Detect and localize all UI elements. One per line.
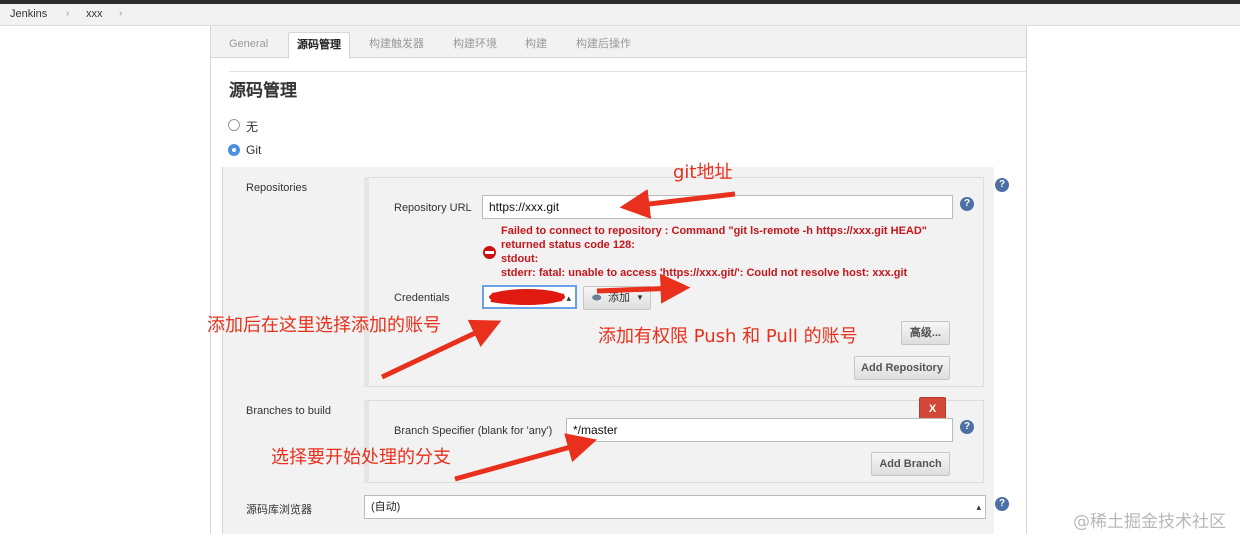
annotation-git-address: git地址 <box>673 162 733 183</box>
watermark: @稀土掘金技术社区 <box>1073 512 1226 532</box>
annotation-select-branch: 选择要开始处理的分支 <box>271 447 451 468</box>
annotation-add-account: 添加有权限 Push 和 Pull 的账号 <box>598 326 858 347</box>
arrow-to-repo-url <box>619 189 736 219</box>
arrow-to-add-button <box>596 273 691 304</box>
annotation-select-account: 添加后在这里选择添加的账号 <box>207 315 441 336</box>
arrow-to-branch <box>454 433 598 482</box>
annotation-arrows <box>380 189 736 482</box>
